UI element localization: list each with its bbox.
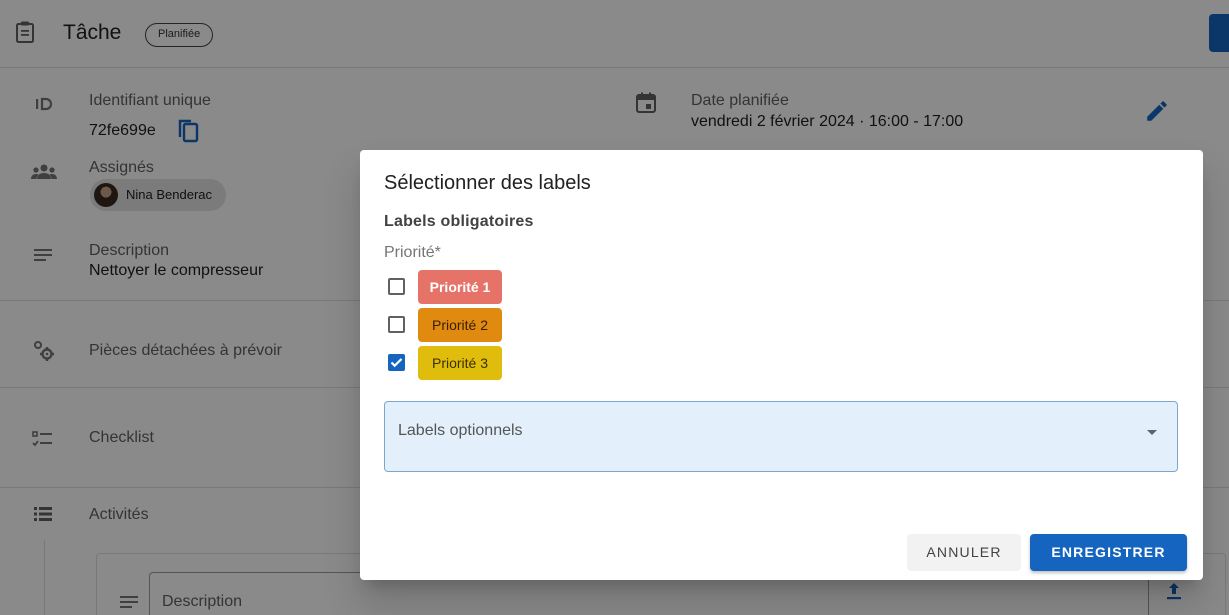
priority-3-tag: Priorité 3 <box>418 346 502 380</box>
save-button[interactable]: ENREGISTRER <box>1030 534 1187 571</box>
priority-group-label: Priorité* <box>384 244 441 261</box>
mandatory-labels-heading: Labels obligatoires <box>384 213 534 230</box>
optional-labels-select[interactable]: Labels optionnels <box>384 401 1178 472</box>
checkmark-icon <box>390 358 403 368</box>
priority-2-checkbox[interactable] <box>388 316 405 333</box>
dialog-title: Sélectionner des labels <box>384 172 591 194</box>
priority-1-checkbox[interactable] <box>388 278 405 295</box>
chevron-down-icon <box>1147 430 1157 435</box>
select-labels-dialog: Sélectionner des labels Labels obligatoi… <box>360 150 1203 580</box>
optional-labels-placeholder: Labels optionnels <box>398 422 523 439</box>
cancel-button[interactable]: ANNULER <box>907 534 1021 571</box>
priority-3-checkbox[interactable] <box>388 354 405 371</box>
priority-2-tag: Priorité 2 <box>418 308 502 342</box>
priority-1-tag: Priorité 1 <box>418 270 502 304</box>
